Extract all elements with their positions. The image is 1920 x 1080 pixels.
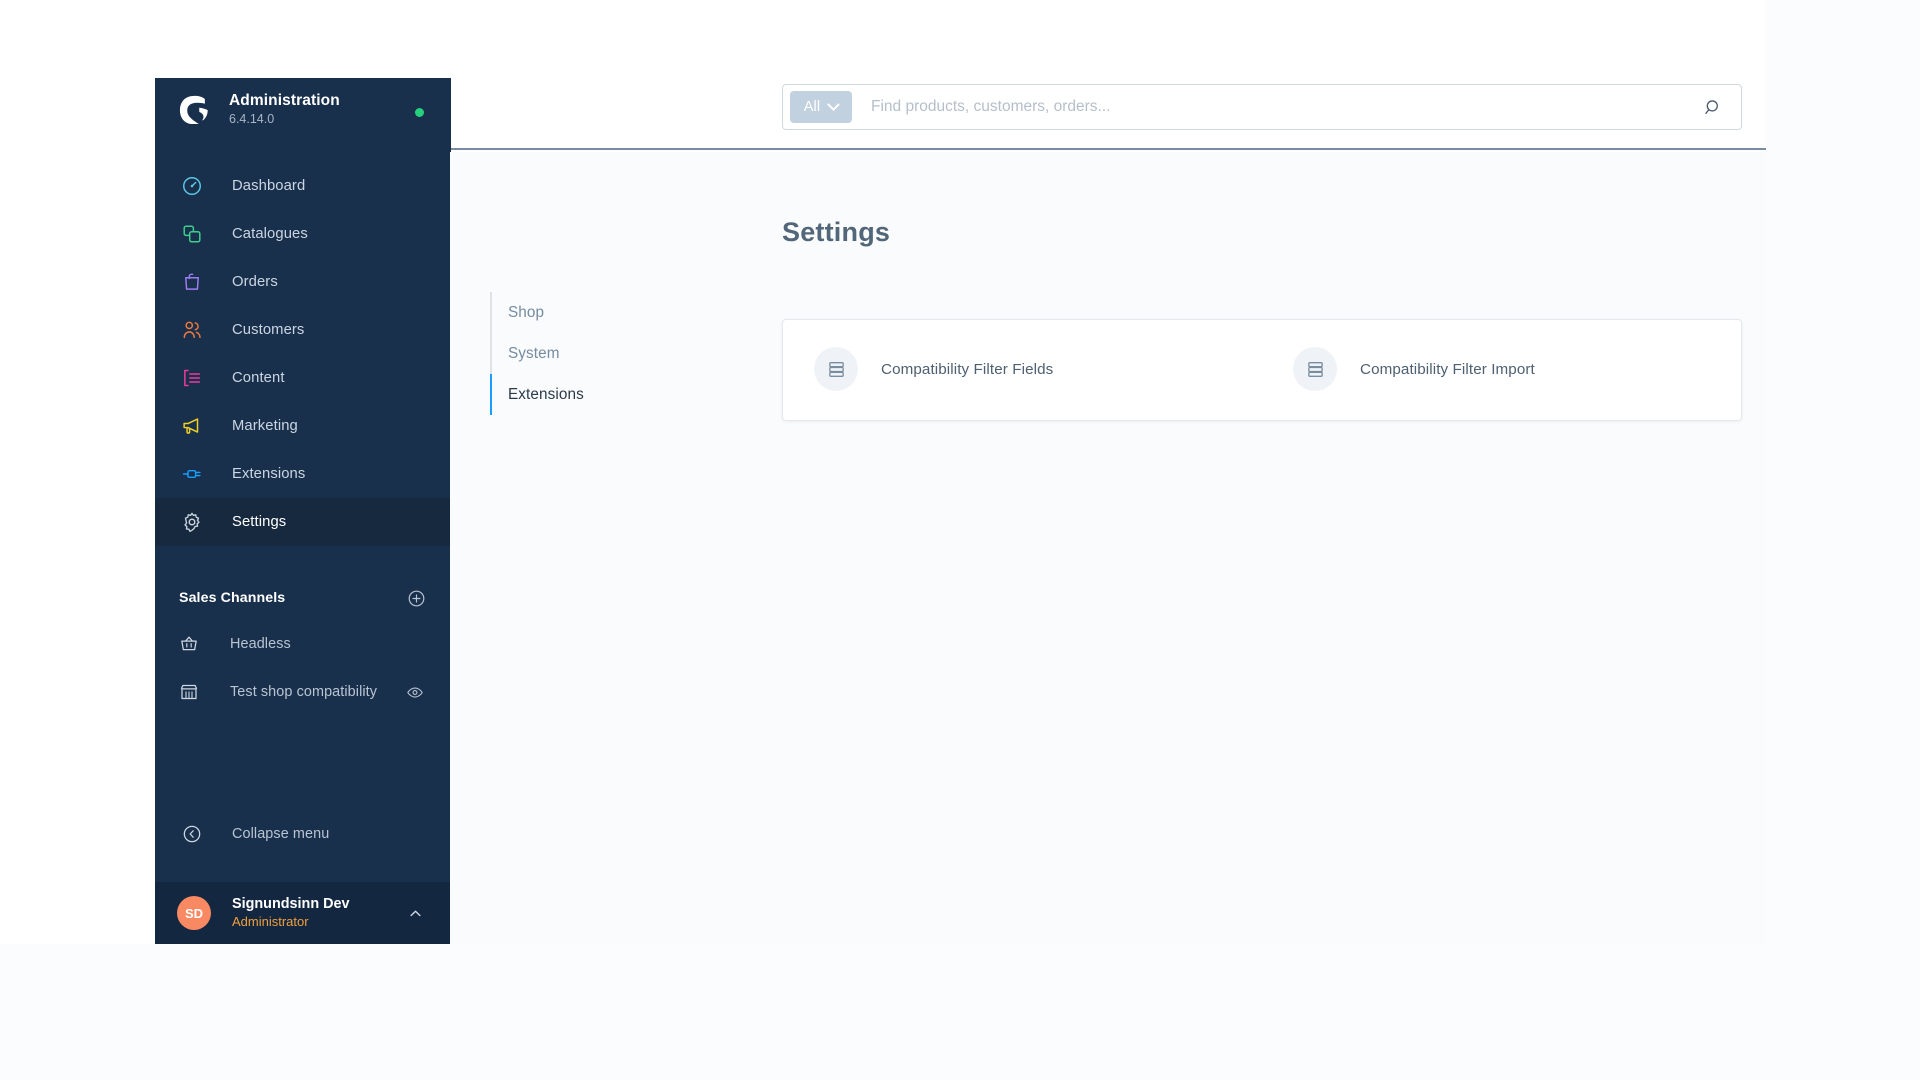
page-title: Settings (782, 217, 891, 247)
settings-gear-icon (179, 509, 205, 535)
content-document-icon (179, 365, 205, 391)
tab-shop[interactable]: Shop (490, 292, 690, 333)
sales-channel-label: Headless (230, 636, 291, 652)
search-input[interactable] (852, 98, 1691, 116)
brand-version: 6.4.14.0 (229, 111, 275, 126)
avatar: SD (177, 896, 211, 930)
global-search-bar: All (782, 84, 1742, 130)
settings-tab-list: Shop System Extensions (490, 292, 690, 415)
main-content: Settings Shop System Extensions Compatib… (450, 152, 1766, 944)
search-scope-label: All (803, 99, 821, 115)
extension-item-label: Compatibility Filter Import (1360, 360, 1535, 378)
sidebar-header: Administration 6.4.14.0 (155, 78, 451, 140)
top-bar: All (450, 0, 1766, 150)
sidebar-item-label: Content (232, 370, 285, 386)
search-submit-button[interactable] (1691, 87, 1735, 127)
sidebar-item-customers[interactable]: Customers (155, 306, 451, 354)
brand-text: Administration 6.4.14.0 (229, 92, 340, 127)
sidebar-item-dashboard[interactable]: Dashboard (155, 162, 451, 210)
extension-item-compatibility-filter-fields[interactable]: Compatibility Filter Fields (783, 347, 1262, 391)
sidebar-item-extensions[interactable]: Extensions (155, 450, 451, 498)
user-name: Signundsinn Dev (232, 896, 350, 912)
sidebar-item-label: Settings (232, 514, 287, 530)
basket-icon (177, 632, 201, 656)
tab-label: Extensions (508, 385, 584, 403)
tab-system[interactable]: System (490, 333, 690, 374)
app-window: All Administration 6.4.14.0 (0, 0, 1766, 944)
sales-channels-title: Sales Channels (179, 590, 286, 606)
chevron-up-icon[interactable] (407, 905, 423, 921)
sidebar-item-label: Orders (232, 274, 278, 290)
collapse-menu-button[interactable]: Collapse menu (155, 810, 451, 858)
collapse-menu-label: Collapse menu (232, 826, 330, 842)
sales-channel-label: Test shop compatibility (230, 684, 378, 700)
sidebar-item-marketing[interactable]: Marketing (155, 402, 451, 450)
search-scope-dropdown[interactable]: All (790, 91, 852, 123)
tab-label: System (508, 344, 560, 362)
sidebar-item-label: Extensions (232, 466, 306, 482)
search-icon (1704, 99, 1718, 114)
chevron-left-circle-icon (179, 821, 205, 847)
sidebar-item-catalogues[interactable]: Catalogues (155, 210, 451, 258)
sales-channel-test-shop-compatibility[interactable]: Test shop compatibility (155, 668, 451, 716)
database-stack-icon (1293, 347, 1337, 391)
storefront-icon (177, 680, 201, 704)
chevron-down-icon (827, 97, 841, 111)
shopware-logo-icon (179, 95, 208, 124)
dashboard-gauge-icon (179, 173, 205, 199)
sidebar-item-label: Marketing (232, 418, 298, 434)
sales-channel-headless[interactable]: Headless (155, 620, 451, 668)
extension-item-label: Compatibility Filter Fields (881, 360, 1054, 378)
extensions-settings-card: Compatibility Filter Fields Compatibilit… (782, 319, 1742, 421)
eye-icon[interactable] (406, 683, 424, 701)
orders-bag-icon (179, 269, 205, 295)
catalogues-layers-icon (179, 221, 205, 247)
sidebar: Administration 6.4.14.0 Dashboard Catalo… (155, 78, 451, 944)
plus-circle-icon[interactable] (406, 588, 426, 608)
status-indicator-dot (415, 108, 424, 117)
brand-title: Administration (229, 91, 340, 109)
sales-channels-header: Sales Channels (155, 576, 451, 620)
sidebar-item-label: Dashboard (232, 178, 306, 194)
user-text: Signundsinn Dev Administrator (232, 896, 350, 930)
sidebar-item-settings[interactable]: Settings (155, 498, 451, 546)
extensions-plug-icon (179, 461, 205, 487)
tab-label: Shop (508, 303, 545, 321)
sidebar-nav: Dashboard Catalogues Orders Customers Co… (155, 162, 451, 546)
customers-people-icon (179, 317, 205, 343)
user-role: Administrator (232, 914, 309, 929)
sidebar-item-content[interactable]: Content (155, 354, 451, 402)
sidebar-item-orders[interactable]: Orders (155, 258, 451, 306)
sidebar-item-label: Catalogues (232, 226, 308, 242)
database-stack-icon (814, 347, 858, 391)
user-profile-bar[interactable]: SD Signundsinn Dev Administrator (155, 882, 451, 944)
sidebar-item-label: Customers (232, 322, 305, 338)
marketing-megaphone-icon (179, 413, 205, 439)
tab-extensions[interactable]: Extensions (490, 374, 690, 415)
extension-item-compatibility-filter-import[interactable]: Compatibility Filter Import (1262, 347, 1741, 391)
